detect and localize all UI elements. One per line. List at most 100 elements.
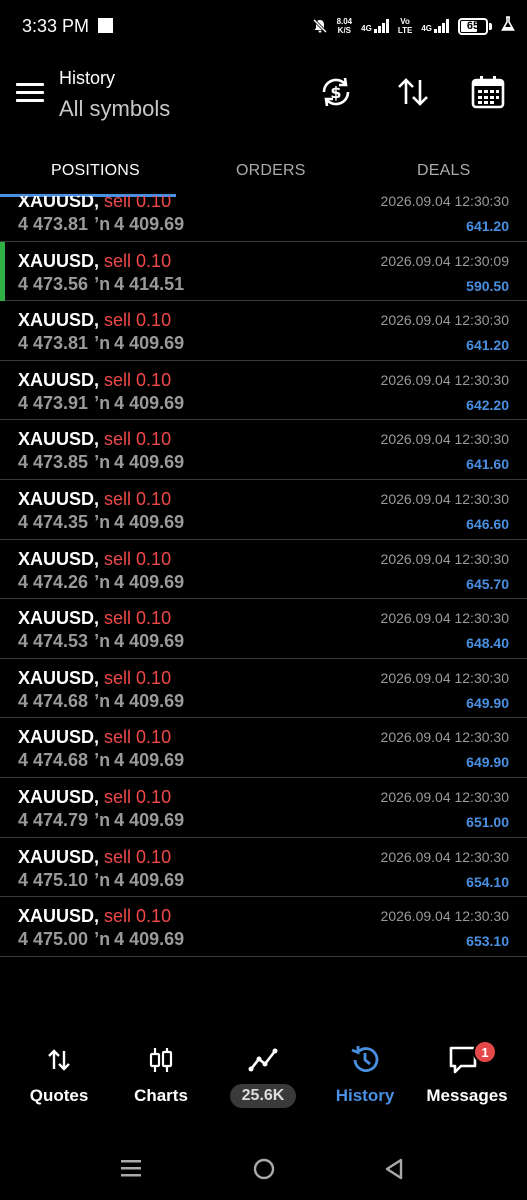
open-price: 4 473.85 [18, 452, 89, 473]
close-price: 4 409.69 [114, 631, 185, 652]
position-symbol: XAUUSD, sell 0.10 [18, 727, 171, 748]
nav-quotes[interactable]: Quotes [7, 1030, 111, 1120]
trade-side-volume: sell 0.10 [104, 429, 172, 450]
selected-indicator [0, 241, 5, 301]
position-row[interactable]: XAUUSD, sell 0.10 4 474.26’n 4 409.69 2026.… [0, 540, 527, 600]
trade-side-volume: sell 0.10 [104, 906, 172, 927]
close-price: 4 409.69 [114, 214, 185, 234]
trade-side-volume: sell 0.10 [104, 489, 172, 509]
page-title: History [59, 68, 116, 88]
status-icons: 8.04 K/S 4G Vo LTE 4G 65 [312, 13, 515, 39]
position-profit: 649.90 [466, 694, 509, 711]
position-symbol: XAUUSD, sell 0.10 [18, 847, 171, 868]
position-profit: 646.60 [466, 516, 509, 532]
nav-quotes-label: Quotes [29, 1086, 89, 1105]
position-row[interactable]: XAUUSD, sell 0.10 4 475.10’n 4 409.69 2026.… [0, 838, 527, 898]
position-prices: 4 473.91’n 4 409.69 [18, 393, 184, 414]
position-row[interactable]: XAUUSD, sell 0.10 4 474.79’n 4 409.69 2026.… [0, 778, 527, 838]
symbol-filter[interactable]: All symbols [59, 96, 170, 122]
open-price: 4 473.81 [18, 214, 89, 234]
back-icon[interactable] [383, 1157, 405, 1186]
trade-side-volume: sell 0.10 [104, 369, 172, 390]
sort-arrows-icon[interactable] [395, 74, 431, 110]
system-navigation-bar [0, 1145, 527, 1195]
trade-side-volume: sell 0.10 [104, 608, 172, 629]
history-tabs: POSITIONS ORDERS DEALS [0, 146, 527, 197]
quotes-icon [46, 1040, 72, 1080]
calendar-icon[interactable] [470, 74, 506, 110]
position-profit: 641.20 [466, 218, 509, 234]
position-row[interactable]: XAUUSD, sell 0.10 4 474.35’n 4 409.69 2026.… [0, 480, 527, 540]
hamburger-menu-icon[interactable] [16, 83, 44, 103]
tab-orders[interactable]: ORDERS [236, 162, 306, 180]
open-price: 4 473.81 [18, 333, 89, 354]
trade-side-volume: sell 0.10 [104, 787, 172, 807]
position-row[interactable]: XAUUSD, sell 0.10 4 474.68’n 4 409.69 2026.… [0, 659, 527, 719]
position-profit: 651.00 [466, 814, 509, 830]
home-icon[interactable] [252, 1157, 276, 1186]
price-arrow: ’n [94, 273, 111, 294]
nav-messages[interactable]: 1 Messages [415, 1030, 519, 1120]
position-symbol: XAUUSD, sell 0.10 [18, 608, 171, 629]
position-profit: 654.10 [466, 873, 509, 890]
network-type-label: 4G [421, 24, 432, 33]
position-time: 2026.09.04 12:30:30 [380, 789, 509, 805]
flask-icon [501, 15, 515, 37]
position-time: 2026.09.04 12:30:30 [380, 848, 509, 865]
position-row[interactable]: XAUUSD, sell 0.10 4 473.56’n 4 414.51 2026.… [0, 241, 527, 302]
price-arrow: ’n [94, 929, 111, 950]
nav-messages-label: Messages [426, 1086, 508, 1105]
close-price: 4 414.51 [114, 273, 185, 294]
position-prices: 4 473.85’n 4 409.69 [18, 452, 184, 473]
position-profit: 642.20 [466, 396, 509, 413]
recent-apps-icon[interactable] [120, 1157, 142, 1184]
symbol-label: XAUUSD, [18, 608, 100, 629]
trade-pill: 25.6K [229, 1084, 297, 1108]
network-speed: 8.04 K/S [337, 17, 353, 35]
open-price: 4 474.68 [18, 690, 89, 711]
tab-positions[interactable]: POSITIONS [51, 162, 140, 180]
close-price: 4 409.69 [114, 571, 185, 592]
bottom-navigation: Quotes Charts 25.6K History 1 Messages [0, 1030, 527, 1120]
price-arrow: ’n [94, 571, 111, 592]
nav-trade[interactable]: 25.6K [211, 1030, 315, 1120]
position-prices: 4 474.53’n 4 409.69 [18, 631, 184, 652]
position-row[interactable]: XAUUSD, sell 0.10 4 475.00’n 4 409.69 2026.… [0, 897, 527, 957]
price-arrow: ’n [94, 392, 111, 413]
currency-sync-icon[interactable]: $ [318, 74, 354, 110]
position-symbol: XAUUSD, sell 0.10 [18, 429, 171, 450]
position-prices: 4 473.56’n 4 414.51 [18, 274, 184, 295]
tab-deals[interactable]: DEALS [417, 162, 470, 180]
open-price: 4 473.91 [18, 392, 89, 413]
position-prices: 4 474.79’n 4 409.69 [18, 810, 184, 831]
price-arrow: ’n [94, 750, 111, 771]
volte-top: Vo [400, 17, 410, 26]
position-prices: 4 474.68’n 4 409.69 [18, 691, 184, 712]
position-time: 2026.09.04 12:30:30 [380, 196, 509, 209]
notification-icon [98, 18, 113, 33]
position-symbol: XAUUSD, sell 0.10 [18, 370, 171, 391]
position-row[interactable]: XAUUSD, sell 0.10 4 473.91’n 4 409.69 2026.… [0, 361, 527, 421]
trade-side-volume: sell 0.10 [104, 846, 172, 867]
nav-history[interactable]: History [313, 1030, 417, 1120]
price-arrow: ’n [94, 631, 111, 652]
position-row[interactable]: XAUUSD, sell 0.10 4 474.53’n 4 409.69 2026.… [0, 599, 527, 659]
position-row[interactable]: XAUUSD, sell 0.10 4 473.81’n 4 409.69 2026.… [0, 196, 527, 242]
position-row[interactable]: XAUUSD, sell 0.10 4 474.68’n 4 409.69 2026.… [0, 718, 527, 778]
position-symbol: XAUUSD, sell 0.10 [18, 906, 171, 927]
candlestick-chart-icon [147, 1040, 175, 1080]
position-profit: 645.70 [466, 575, 509, 592]
nav-charts[interactable]: Charts [109, 1030, 213, 1120]
position-row[interactable]: XAUUSD, sell 0.10 4 473.81’n 4 409.69 2026.… [0, 301, 527, 361]
position-row[interactable]: XAUUSD, sell 0.10 4 473.85’n 4 409.69 2026.… [0, 420, 527, 480]
symbol-label: XAUUSD, [18, 489, 100, 509]
close-price: 4 409.69 [114, 512, 185, 532]
trade-side-volume: sell 0.10 [104, 727, 172, 748]
price-arrow: ’n [94, 810, 111, 830]
trade-side-volume: sell 0.10 [104, 310, 172, 331]
svg-text:$: $ [330, 83, 341, 102]
symbol-label: XAUUSD, [18, 906, 100, 927]
trade-side-volume: sell 0.10 [104, 667, 172, 688]
close-price: 4 409.69 [114, 333, 185, 354]
position-prices: 4 474.35’n 4 409.69 [18, 512, 184, 533]
